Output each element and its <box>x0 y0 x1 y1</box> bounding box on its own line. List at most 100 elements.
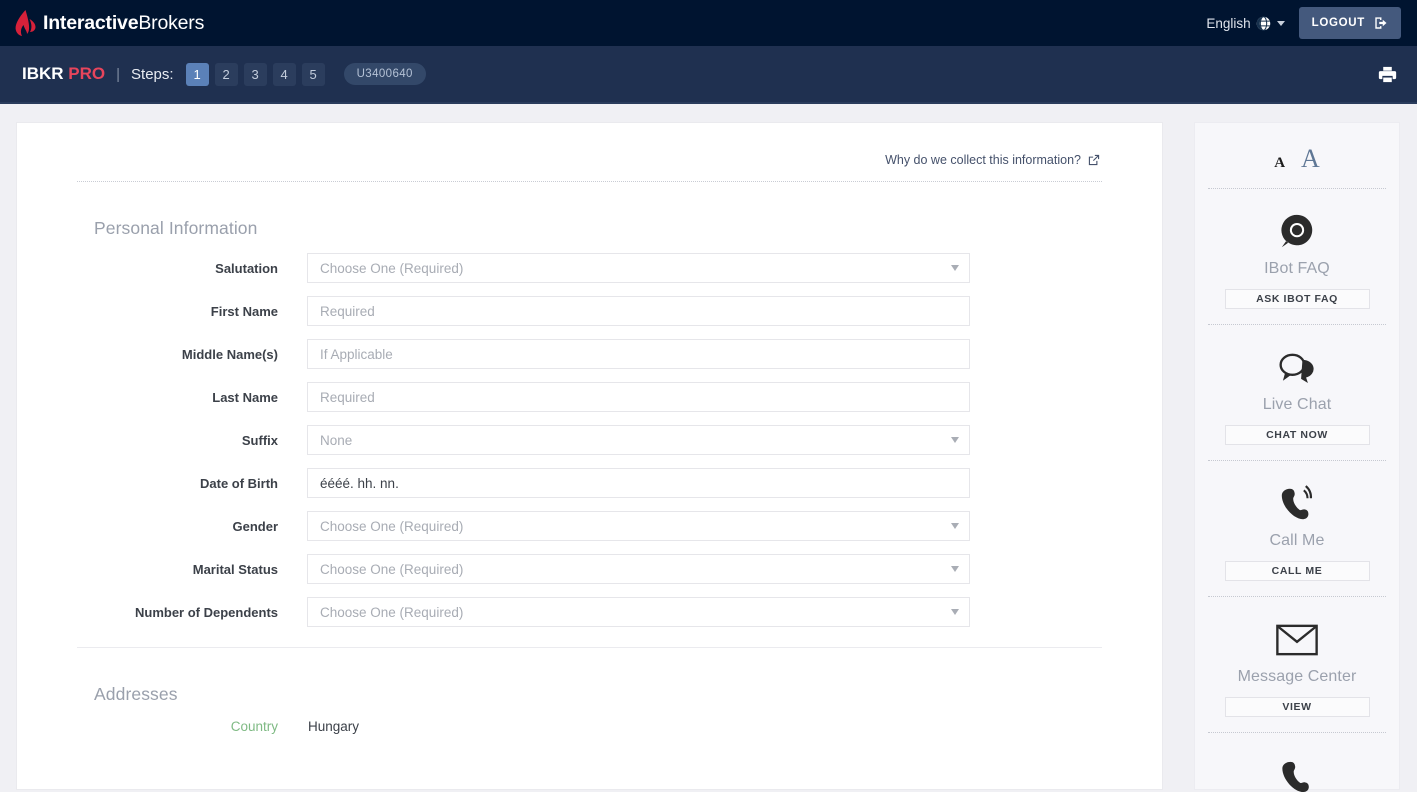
step-4[interactable]: 4 <box>273 63 296 86</box>
step-3[interactable]: 3 <box>244 63 267 86</box>
select-gender[interactable]: Choose One (Required) <box>307 511 970 541</box>
field-row-date-of-birth: Date of Birth éééé. hh. nn. <box>77 468 1102 498</box>
language-label: English <box>1206 16 1250 31</box>
sidebar-item-call-me[interactable]: Call Me CALL ME <box>1208 461 1386 596</box>
ibot-faq-icon <box>1278 211 1316 253</box>
step-5[interactable]: 5 <box>302 63 325 86</box>
step-1[interactable]: 1 <box>186 63 209 86</box>
select-marital-status-value: Choose One (Required) <box>320 562 463 577</box>
label-date-of-birth: Date of Birth <box>77 476 307 491</box>
logout-icon <box>1374 16 1388 30</box>
field-row-country: Country Hungary <box>77 719 1102 734</box>
select-suffix[interactable]: None <box>307 425 970 455</box>
collect-info-row: Why do we collect this information? <box>77 153 1102 167</box>
chat-now-button[interactable]: CHAT NOW <box>1225 425 1370 445</box>
header-divider <box>77 181 1102 182</box>
field-row-number-of-dependents: Number of Dependents Choose One (Require… <box>77 597 1102 627</box>
chevron-down-icon <box>951 566 959 572</box>
field-row-suffix: Suffix None <box>77 425 1102 455</box>
section-title-personal-information: Personal Information <box>94 218 1102 239</box>
input-last-name-value: Required <box>320 390 375 405</box>
input-date-of-birth[interactable]: éééé. hh. nn. <box>307 468 970 498</box>
language-selector[interactable]: English <box>1206 16 1284 31</box>
label-number-of-dependents: Number of Dependents <box>77 605 307 620</box>
step-progress-bar: IBKR PRO | Steps: 1 2 3 4 5 U3400640 <box>0 46 1417 104</box>
view-messages-button[interactable]: VIEW <box>1225 697 1370 717</box>
page-body: Why do we collect this information? Pers… <box>0 104 1417 790</box>
call-me-icon <box>1278 483 1316 525</box>
form-card: Why do we collect this information? Pers… <box>16 122 1163 790</box>
ask-ibot-faq-button[interactable]: ASK IBOT FAQ <box>1225 289 1370 309</box>
field-row-marital-status: Marital Status Choose One (Required) <box>77 554 1102 584</box>
why-collect-info-label: Why do we collect this information? <box>885 153 1081 167</box>
input-middle-names-value: If Applicable <box>320 347 393 362</box>
steps-label: Steps: <box>131 66 174 83</box>
label-first-name: First Name <box>77 304 307 319</box>
brand-title-light: Brokers <box>138 12 204 34</box>
top-header-bar: InteractiveBrokers English LOGOUT <box>0 0 1417 46</box>
sidebar-item-live-chat[interactable]: Live Chat CHAT NOW <box>1208 325 1386 460</box>
label-country: Country <box>77 719 307 734</box>
printer-icon <box>1378 65 1397 84</box>
label-marital-status: Marital Status <box>77 562 307 577</box>
field-row-last-name: Last Name Required <box>77 382 1102 412</box>
select-gender-value: Choose One (Required) <box>320 519 463 534</box>
font-size-small-button[interactable]: A <box>1274 155 1285 172</box>
value-country: Hungary <box>307 719 359 734</box>
section-divider <box>77 647 1102 648</box>
sidebar-item-message-center-label: Message Center <box>1238 668 1357 686</box>
brand-title: InteractiveBrokers <box>43 12 204 35</box>
product-label: IBKR PRO <box>22 64 105 84</box>
select-suffix-value: None <box>320 433 352 448</box>
select-salutation[interactable]: Choose One (Required) <box>307 253 970 283</box>
input-first-name-value: Required <box>320 304 375 319</box>
account-id-badge: U3400640 <box>344 63 426 85</box>
select-marital-status[interactable]: Choose One (Required) <box>307 554 970 584</box>
select-salutation-value: Choose One (Required) <box>320 261 463 276</box>
chevron-down-icon <box>951 265 959 271</box>
top-header-actions: English LOGOUT <box>1206 7 1401 39</box>
sidebar-item-ibot-faq-label: IBot FAQ <box>1264 260 1330 278</box>
sidebar-item-ibot-faq[interactable]: IBot FAQ ASK IBOT FAQ <box>1208 189 1386 324</box>
section-title-addresses: Addresses <box>94 684 1102 705</box>
select-number-of-dependents[interactable]: Choose One (Required) <box>307 597 970 627</box>
product-label-ibkr: IBKR <box>22 64 64 83</box>
field-row-gender: Gender Choose One (Required) <box>77 511 1102 541</box>
select-number-of-dependents-value: Choose One (Required) <box>320 605 463 620</box>
label-gender: Gender <box>77 519 307 534</box>
logout-button[interactable]: LOGOUT <box>1299 7 1401 39</box>
sidebar-item-call-me-label: Call Me <box>1270 532 1325 550</box>
font-size-large-button[interactable]: A <box>1301 144 1320 174</box>
external-link-icon <box>1088 154 1100 166</box>
chevron-down-icon <box>1277 21 1285 26</box>
chevron-down-icon <box>951 523 959 529</box>
sidebar-item-phone[interactable] <box>1208 733 1386 792</box>
sidebar-item-live-chat-label: Live Chat <box>1263 396 1332 414</box>
print-button[interactable] <box>1378 65 1397 84</box>
input-last-name[interactable]: Required <box>307 382 970 412</box>
call-me-button[interactable]: CALL ME <box>1225 561 1370 581</box>
separator-pipe: | <box>116 66 120 83</box>
input-date-of-birth-value: éééé. hh. nn. <box>320 476 399 491</box>
label-salutation: Salutation <box>77 261 307 276</box>
chevron-down-icon <box>951 609 959 615</box>
product-label-pro: PRO <box>68 64 105 83</box>
logout-button-label: LOGOUT <box>1312 17 1365 29</box>
input-middle-names[interactable]: If Applicable <box>307 339 970 369</box>
label-last-name: Last Name <box>77 390 307 405</box>
message-center-icon <box>1276 619 1318 661</box>
interactive-brokers-logo-icon <box>14 10 36 36</box>
brand-logo-group[interactable]: InteractiveBrokers <box>14 10 204 36</box>
phone-icon <box>1280 755 1314 792</box>
live-chat-icon <box>1277 347 1317 389</box>
brand-title-bold: Interactive <box>43 12 138 34</box>
input-first-name[interactable]: Required <box>307 296 970 326</box>
field-row-middle-names: Middle Name(s) If Applicable <box>77 339 1102 369</box>
step-2[interactable]: 2 <box>215 63 238 86</box>
field-row-salutation: Salutation Choose One (Required) <box>77 253 1102 283</box>
steps-list: 1 2 3 4 5 <box>186 63 325 86</box>
label-suffix: Suffix <box>77 433 307 448</box>
sidebar-item-message-center[interactable]: Message Center VIEW <box>1208 597 1386 732</box>
why-collect-info-link[interactable]: Why do we collect this information? <box>885 153 1100 167</box>
globe-icon <box>1256 16 1271 31</box>
